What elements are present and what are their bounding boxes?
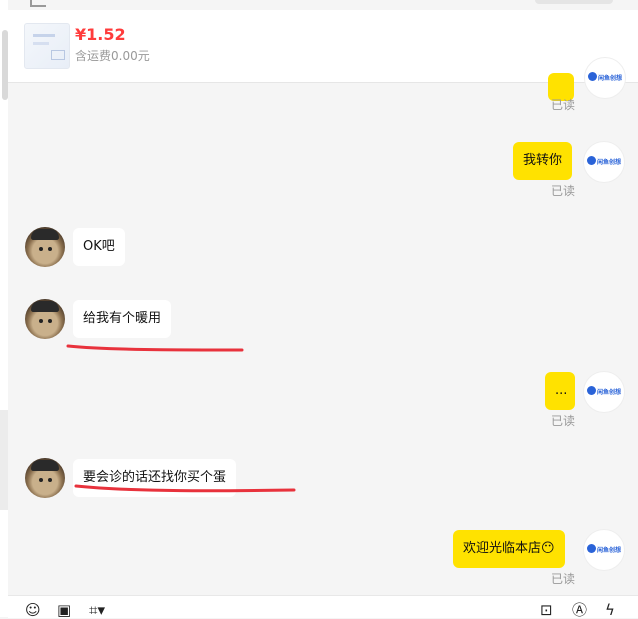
buyer-avatar[interactable] — [25, 458, 65, 498]
back-icon[interactable] — [30, 0, 46, 7]
quick-reply-icon[interactable]: ⌗▾ — [89, 602, 105, 618]
buyer-avatar[interactable] — [25, 227, 65, 267]
left-edge-panel — [0, 0, 8, 617]
buyer-avatar[interactable] — [25, 299, 65, 339]
red-underline-annotation — [74, 484, 296, 493]
message-bubble-me[interactable]: ... — [545, 372, 575, 410]
ai-icon[interactable]: Ⓐ — [572, 602, 587, 618]
message-bubble-them[interactable]: OK吧 — [73, 228, 125, 266]
image-icon[interactable]: ▣ — [57, 602, 71, 618]
side-divider — [0, 410, 8, 510]
lightning-icon[interactable]: ϟ — [605, 602, 615, 618]
seller-avatar[interactable]: 闲鱼创想 — [584, 57, 626, 99]
seller-avatar[interactable]: 闲鱼创想 — [583, 141, 625, 183]
seller-avatar[interactable]: 闲鱼创想 — [583, 529, 625, 571]
chat-area[interactable]: 闲鱼创想 已读 我转你 闲鱼创想 已读 OK吧 给我有个暖用 ... 闲鱼创想 … — [8, 57, 638, 593]
read-status: 已读 — [551, 572, 576, 586]
shipping-fee: 含运费0.00元 — [75, 49, 150, 63]
message-bubble-me[interactable]: 我转你 — [513, 142, 573, 180]
message-bubble-them[interactable]: 给我有个暖用 — [73, 300, 172, 338]
top-tab-fragment — [535, 0, 613, 4]
read-status: 已读 — [551, 414, 576, 428]
read-status: 已读 — [551, 184, 576, 198]
seller-avatar[interactable]: 闲鱼创想 — [583, 371, 625, 413]
message-bubble-me[interactable]: 欢迎光临本店😶 — [453, 530, 565, 568]
product-price: ¥1.52 — [75, 25, 126, 44]
order-icon[interactable]: ⊡ — [540, 602, 553, 618]
product-card[interactable]: ¥1.52 含运费0.00元 — [8, 10, 638, 83]
input-toolbar: ☺ ▣ ⌗▾ ⊡ Ⓐ ϟ — [8, 595, 638, 618]
red-underline-annotation — [66, 344, 244, 352]
product-thumbnail[interactable] — [24, 23, 70, 69]
read-status: 已读 — [551, 98, 576, 112]
emoji-icon[interactable]: ☺ — [25, 602, 41, 618]
